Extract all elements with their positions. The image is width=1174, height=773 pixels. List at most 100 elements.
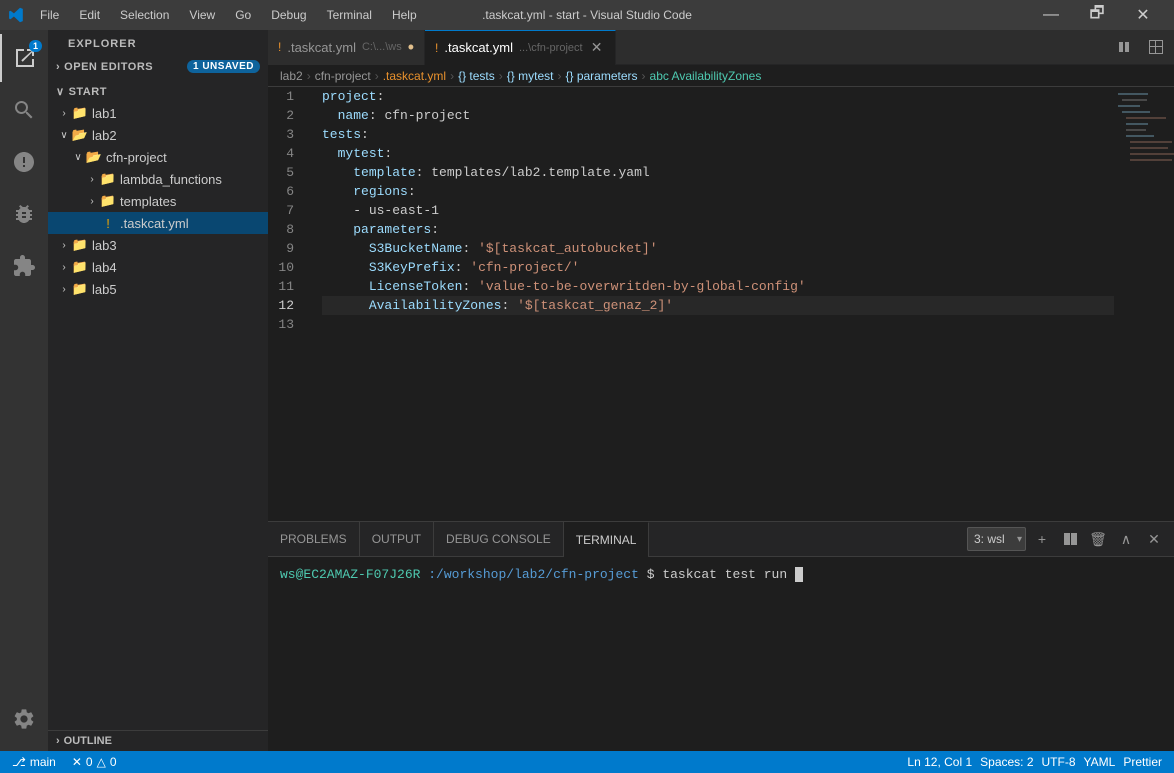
breadcrumb-item-mytest[interactable]: {} mytest (507, 69, 554, 83)
sidebar-item-label: lambda_functions (120, 172, 222, 187)
breadcrumb-sep: › (499, 69, 503, 83)
activity-explorer[interactable]: 1 (0, 34, 48, 82)
shell-selector[interactable]: 3: wsl (967, 527, 1026, 551)
code-editor[interactable]: 1 2 3 4 5 6 7 8 9 10 11 12 13 project: n (268, 87, 1174, 521)
code-content[interactable]: project: name: cfn-project tests: mytest… (318, 87, 1114, 521)
formatter-item[interactable]: Prettier (1119, 751, 1166, 773)
menu-edit[interactable]: Edit (71, 6, 108, 24)
breadcrumb-item-availzones[interactable]: abc AvailabilityZones (650, 69, 762, 83)
sidebar-item-taskcat-yml[interactable]: ! .taskcat.yml (48, 212, 268, 234)
sidebar-item-lab4[interactable]: › 📁 lab4 (48, 256, 268, 278)
indent-item[interactable]: Spaces: 2 (976, 751, 1037, 773)
close-button[interactable]: ✕ (1120, 0, 1166, 30)
terminal-tab-problems[interactable]: PROBLEMS (268, 522, 360, 557)
cursor-position-item[interactable]: Ln 12, Col 1 (903, 751, 976, 773)
code-line-11: LicenseToken: 'value-to-be-overwritden-b… (322, 277, 1114, 296)
menu-file[interactable]: File (32, 6, 67, 24)
language-item[interactable]: YAML (1080, 751, 1120, 773)
code-line-7: - us-east-1 (322, 201, 1114, 220)
sidebar-item-lab2[interactable]: ∨ 📂 lab2 (48, 124, 268, 146)
open-editors-toggle[interactable]: › OPEN EDITORS 1 UNSAVED (48, 56, 268, 77)
folder-icon: 📁 (72, 259, 88, 275)
tab-close-button[interactable]: ✕ (589, 40, 605, 56)
line-num-9: 9 (268, 239, 306, 258)
new-terminal-button[interactable]: + (1030, 527, 1054, 551)
menu-debug[interactable]: Debug (263, 6, 314, 24)
activity-git[interactable] (0, 138, 48, 186)
sidebar-item-label: .taskcat.yml (120, 216, 189, 231)
activity-bar: 1 (0, 30, 48, 751)
folder-open-icon: 📂 (86, 149, 102, 165)
errors-icon: ✕ (72, 755, 82, 769)
sidebar-item-lab3[interactable]: › 📁 lab3 (48, 234, 268, 256)
git-branch-item[interactable]: ⎇ main (8, 751, 60, 773)
activity-settings[interactable] (0, 695, 48, 743)
errors-item[interactable]: ✕ 0 △ 0 (68, 751, 121, 773)
breadcrumb-item-parameters[interactable]: {} parameters (565, 69, 637, 83)
menu-selection[interactable]: Selection (112, 6, 177, 24)
open-editors-badge: 1 UNSAVED (187, 60, 260, 73)
tab-bar: ! .taskcat.yml C:\...\ws • ! .taskcat.ym… (268, 30, 1174, 65)
sidebar-item-lab1[interactable]: › 📁 lab1 (48, 102, 268, 124)
breadcrumb-item-lab2[interactable]: lab2 (280, 69, 303, 83)
menu-view[interactable]: View (181, 6, 223, 24)
start-label: START (69, 86, 107, 98)
activity-extensions[interactable] (0, 242, 48, 290)
terminal-dollar: $ (647, 567, 655, 582)
breadcrumb-sep: › (307, 69, 311, 83)
settings-icon (12, 707, 36, 731)
open-editors-label: OPEN EDITORS (64, 61, 153, 73)
open-editors-section: › OPEN EDITORS 1 UNSAVED (48, 54, 268, 79)
sidebar-item-cfn-project[interactable]: ∨ 📂 cfn-project (48, 146, 268, 168)
line-num-13: 13 (268, 315, 306, 334)
folder-icon: 📁 (72, 237, 88, 253)
breadcrumb-item-file[interactable]: .taskcat.yml (383, 69, 446, 83)
minimize-button[interactable]: — (1028, 0, 1074, 30)
breadcrumb: lab2 › cfn-project › .taskcat.yml › {} t… (268, 65, 1174, 87)
menu-terminal[interactable]: Terminal (319, 6, 380, 24)
activity-debug[interactable] (0, 190, 48, 238)
layout-button[interactable] (1142, 33, 1170, 61)
search-icon (12, 98, 36, 122)
line-num-8: 8 (268, 220, 306, 239)
shell-selector-wrapper: 3: wsl ▾ (967, 527, 1026, 551)
split-editor-button[interactable] (1110, 33, 1138, 61)
breadcrumb-sep: › (450, 69, 454, 83)
sidebar-item-templates[interactable]: › 📁 templates (48, 190, 268, 212)
encoding-item[interactable]: UTF-8 (1038, 751, 1080, 773)
breadcrumb-item-cfn-project[interactable]: cfn-project (315, 69, 371, 83)
status-right: Ln 12, Col 1 Spaces: 2 UTF-8 YAML Pretti… (903, 751, 1166, 773)
sidebar-item-label: lab5 (92, 282, 117, 297)
kill-terminal-button[interactable]: 🗑 (1086, 527, 1110, 551)
breadcrumb-item-tests[interactable]: {} tests (458, 69, 495, 83)
terminal-cursor (795, 567, 803, 582)
sidebar-item-label: lab3 (92, 238, 117, 253)
terminal-tab-terminal[interactable]: TERMINAL (564, 522, 650, 557)
terminal-content[interactable]: ws@EC2AMAZ-F07J26R :/workshop/lab2/cfn-p… (268, 557, 1174, 751)
maximize-button[interactable]: 🗗 (1074, 0, 1120, 30)
collapse-terminal-button[interactable]: ∧ (1114, 527, 1138, 551)
terminal-tab-output[interactable]: OUTPUT (360, 522, 434, 557)
activity-search[interactable] (0, 86, 48, 134)
tab-taskcat-2[interactable]: ! .taskcat.yml ...\cfn-project ✕ (425, 30, 616, 65)
tab-taskcat-1[interactable]: ! .taskcat.yml C:\...\ws • (268, 30, 425, 65)
output-label: OUTPUT (372, 532, 421, 546)
terminal-tab-debug[interactable]: DEBUG CONSOLE (434, 522, 564, 557)
line-num-2: 2 (268, 106, 306, 125)
sidebar-item-lambda-functions[interactable]: › 📁 lambda_functions (48, 168, 268, 190)
chevron-right-icon: › (84, 171, 100, 187)
split-terminal-button[interactable] (1058, 527, 1082, 551)
close-terminal-button[interactable]: ✕ (1142, 527, 1166, 551)
line-num-12: 12 (268, 296, 306, 315)
chevron-down-icon: ∨ (70, 149, 86, 165)
outline-toggle[interactable]: › OUTLINE (48, 731, 268, 751)
menu-help[interactable]: Help (384, 6, 425, 24)
split-editor-icon (1116, 39, 1132, 55)
sidebar-item-lab5[interactable]: › 📁 lab5 (48, 278, 268, 300)
main-layout: 1 EXPLORER (0, 30, 1174, 751)
start-toggle[interactable]: ∨ START (48, 81, 268, 102)
no-chevron (84, 215, 100, 231)
warnings-icon: △ (97, 755, 106, 769)
tab-path: C:\...\ws (362, 41, 402, 53)
menu-go[interactable]: Go (227, 6, 259, 24)
